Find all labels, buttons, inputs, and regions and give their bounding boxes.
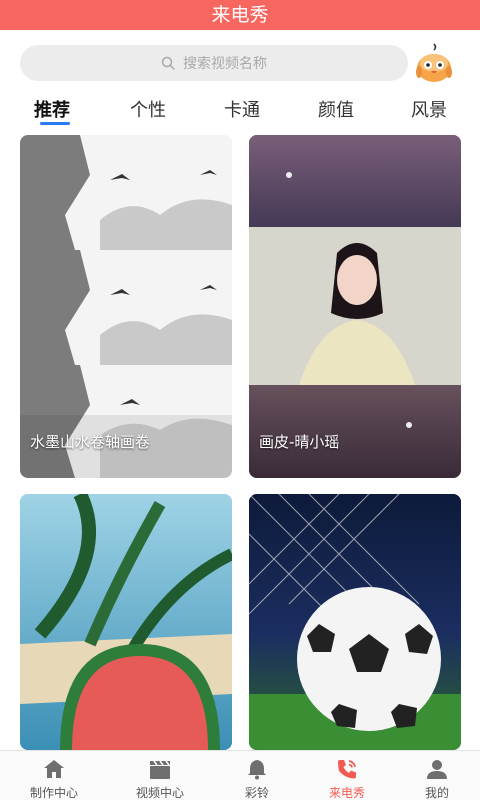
search-row: 搜索视频名称	[0, 40, 480, 86]
video-thumbnail	[249, 494, 461, 750]
tab-scenery[interactable]: 风景	[411, 96, 447, 122]
tab-personality[interactable]: 个性	[130, 96, 166, 122]
nav-label: 视频中心	[135, 786, 184, 800]
tab-looks[interactable]: 颜值	[318, 96, 354, 122]
bell-icon	[248, 760, 266, 780]
app-title: 来电秀	[0, 0, 480, 30]
video-card[interactable]	[249, 494, 461, 750]
nav-label: 我的	[424, 786, 449, 800]
avatar-icon[interactable]	[414, 42, 454, 84]
search-input[interactable]: 搜索视频名称	[20, 45, 408, 81]
video-thumbnail	[20, 494, 232, 750]
search-icon	[161, 56, 175, 70]
app-root: 来电秀 搜索视频名称 推荐 个性 卡通 颜值 风景 水墨山水卷轴画卷 画皮-晴小…	[0, 0, 480, 800]
nav-item-create[interactable]: 制作中心	[6, 751, 102, 800]
nav-item-mine[interactable]: 我的	[389, 751, 480, 800]
nav-item-call-show[interactable]: 来电秀	[299, 751, 395, 800]
search-placeholder: 搜索视频名称	[183, 56, 267, 72]
active-tab-indicator	[40, 122, 70, 125]
tab-cartoon[interactable]: 卡通	[224, 96, 260, 122]
video-card[interactable]	[20, 494, 232, 750]
video-title: 水墨山水卷轴画卷	[30, 433, 151, 451]
nav-label: 彩铃	[244, 786, 269, 800]
video-thumbnail	[249, 135, 461, 478]
video-title: 画皮-晴小瑶	[259, 433, 340, 451]
clapperboard-icon	[150, 760, 170, 779]
nav-item-ringtone[interactable]: 彩铃	[209, 751, 305, 800]
tab-recommend[interactable]: 推荐	[34, 96, 70, 122]
user-icon	[427, 760, 447, 779]
home-icon	[44, 760, 64, 778]
nav-item-videos[interactable]: 视频中心	[112, 751, 208, 800]
video-card[interactable]: 水墨山水卷轴画卷	[20, 135, 232, 478]
video-thumbnail	[20, 135, 232, 478]
category-tabs: 推荐 个性 卡通 颜值 风景	[0, 92, 480, 130]
bottom-nav: 制作中心 视频中心 彩铃 来电秀 我的	[0, 750, 480, 800]
nav-label: 来电秀	[328, 786, 365, 800]
phone-icon	[338, 760, 356, 779]
video-card[interactable]: 画皮-晴小瑶	[249, 135, 461, 478]
nav-label: 制作中心	[29, 786, 78, 800]
